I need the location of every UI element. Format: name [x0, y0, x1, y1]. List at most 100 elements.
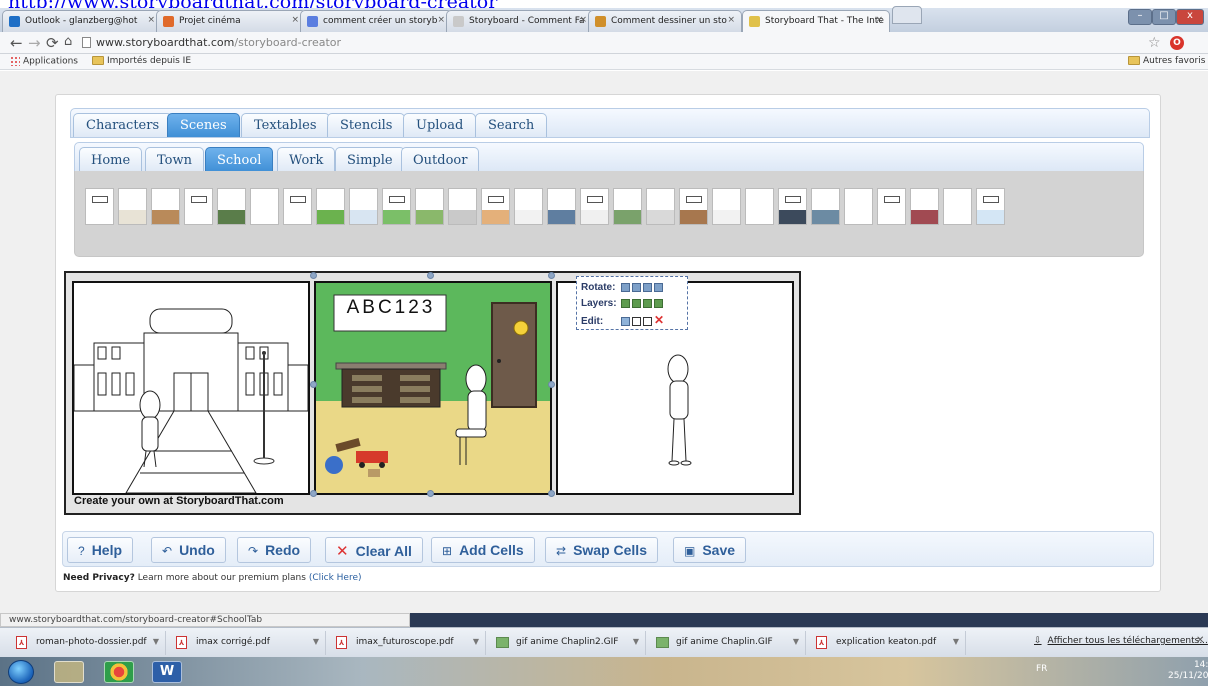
- scene-thumbnail[interactable]: [316, 188, 345, 225]
- send-backward-icon[interactable]: [643, 298, 652, 308]
- download-item[interactable]: ⅄ imax_futuroscope.pdf ▼: [326, 631, 486, 655]
- scene-thumbnail[interactable]: [943, 188, 972, 225]
- subtab-town[interactable]: Town: [145, 147, 204, 172]
- taskbar-clock[interactable]: 14:2025/11/2013: [1168, 660, 1208, 682]
- scene-thumbnail[interactable]: [382, 188, 411, 225]
- close-tab-icon[interactable]: ×: [437, 15, 445, 25]
- scene-thumbnail[interactable]: [184, 188, 213, 225]
- close-downloads-icon[interactable]: ✕: [1196, 635, 1204, 646]
- word-icon[interactable]: W: [152, 661, 182, 683]
- send-to-back-icon[interactable]: [654, 298, 663, 308]
- storyboard-cell-2[interactable]: ABC123: [314, 281, 552, 495]
- scene-thumbnail[interactable]: [118, 188, 147, 225]
- bookmark-star-icon[interactable]: ☆: [1148, 35, 1161, 51]
- download-item[interactable]: gif anime Chaplin.GIF ▼: [646, 631, 806, 655]
- scene-thumbnail[interactable]: [778, 188, 807, 225]
- new-tab-button[interactable]: [892, 6, 922, 24]
- subtab-outdoor[interactable]: Outdoor: [401, 147, 480, 172]
- clear-all-button[interactable]: ✕ Clear All: [325, 537, 423, 563]
- scene-thumbnail[interactable]: [250, 188, 279, 225]
- rotate-right-icon[interactable]: [654, 282, 663, 292]
- resize-handle[interactable]: [548, 490, 555, 497]
- bookmark-folder-imported[interactable]: Importés depuis IE: [92, 56, 191, 66]
- close-tab-icon[interactable]: ×: [291, 15, 299, 25]
- scene-thumbnail[interactable]: [481, 188, 510, 225]
- tab-textables[interactable]: Textables: [241, 113, 330, 137]
- undo-button[interactable]: ↶ Undo: [151, 537, 226, 563]
- scene-thumbnail[interactable]: [547, 188, 576, 225]
- tab-search[interactable]: Search: [475, 113, 548, 137]
- copy-icon[interactable]: [621, 316, 630, 326]
- subtab-home[interactable]: Home: [79, 147, 143, 172]
- bookmark-folder-other[interactable]: Autres favoris: [1128, 56, 1205, 66]
- close-window-button[interactable]: x: [1176, 9, 1204, 25]
- chrome-icon[interactable]: [104, 661, 134, 683]
- tab-upload[interactable]: Upload: [403, 113, 477, 137]
- save-button[interactable]: ▣ Save: [673, 537, 747, 563]
- maximize-button[interactable]: □: [1152, 9, 1176, 25]
- scene-thumbnail[interactable]: [85, 188, 114, 225]
- bookmark-apps[interactable]: Applications: [10, 56, 78, 67]
- close-tab-icon[interactable]: ×: [579, 15, 587, 25]
- forward-arrow-icon[interactable]: →: [28, 34, 41, 52]
- delete-icon[interactable]: ✕: [654, 313, 664, 327]
- browser-tab-outlook[interactable]: Outlook - glanzberg@hot ×: [2, 10, 162, 32]
- resize-handle[interactable]: [310, 381, 317, 388]
- bring-forward-icon[interactable]: [632, 298, 641, 308]
- browser-tab-comment-dessiner[interactable]: Comment dessiner un sto ×: [588, 10, 742, 32]
- storyboard-cell-1[interactable]: [72, 281, 310, 495]
- resize-handle[interactable]: [310, 490, 317, 497]
- scene-thumbnail[interactable]: [712, 188, 741, 225]
- scene-thumbnail[interactable]: [349, 188, 378, 225]
- back-arrow-icon[interactable]: ←: [10, 34, 23, 52]
- tab-scenes[interactable]: Scenes: [167, 113, 240, 137]
- scene-thumbnail[interactable]: [580, 188, 609, 225]
- scene-thumbnail[interactable]: [679, 188, 708, 225]
- subtab-school[interactable]: School: [205, 147, 274, 172]
- flip-horizontal-icon[interactable]: [621, 282, 630, 292]
- scene-thumbnail[interactable]: [976, 188, 1005, 225]
- scene-thumbnail[interactable]: [151, 188, 180, 225]
- add-cells-button[interactable]: ⊞ Add Cells: [431, 537, 535, 563]
- resize-handle[interactable]: [548, 272, 555, 279]
- scene-thumbnail[interactable]: [811, 188, 840, 225]
- scene-thumbnail[interactable]: [745, 188, 774, 225]
- scene-thumbnail[interactable]: [217, 188, 246, 225]
- minimize-button[interactable]: –: [1128, 9, 1152, 25]
- home-icon[interactable]: ⌂: [64, 34, 72, 49]
- resize-icon[interactable]: [632, 316, 641, 326]
- scene-thumbnail[interactable]: [514, 188, 543, 225]
- swap-cells-button[interactable]: ⇄ Swap Cells: [545, 537, 658, 563]
- scene-thumbnail[interactable]: [613, 188, 642, 225]
- subtab-work[interactable]: Work: [277, 147, 336, 172]
- resize-handle[interactable]: [548, 381, 555, 388]
- rotate-left-icon[interactable]: [643, 282, 652, 292]
- chevron-down-icon[interactable]: ▼: [313, 637, 319, 646]
- scene-thumbnail[interactable]: [910, 188, 939, 225]
- bring-to-front-icon[interactable]: [621, 298, 630, 308]
- privacy-link[interactable]: (Click Here): [309, 573, 362, 583]
- close-tab-icon[interactable]: ×: [875, 15, 883, 25]
- flip-vertical-icon[interactable]: [632, 282, 641, 292]
- chevron-down-icon[interactable]: ▼: [793, 637, 799, 646]
- download-item[interactable]: ⅄ roman-photo-dossier.pdf ▼: [6, 631, 166, 655]
- language-indicator[interactable]: FR: [1036, 664, 1047, 674]
- browser-tab-storyboardthat[interactable]: Storyboard That - The Inte ×: [742, 10, 890, 32]
- crop-icon[interactable]: [643, 316, 652, 326]
- chevron-down-icon[interactable]: ▼: [633, 637, 639, 646]
- redo-button[interactable]: ↷ Redo: [237, 537, 312, 563]
- scene-thumbnail[interactable]: [877, 188, 906, 225]
- browser-tab-storyboard-comment[interactable]: Storyboard - Comment Fa ×: [446, 10, 594, 32]
- tab-stencils[interactable]: Stencils: [327, 113, 406, 137]
- extension-icon[interactable]: O: [1170, 36, 1184, 50]
- scene-thumbnail[interactable]: [844, 188, 873, 225]
- address-bar[interactable]: www.storyboardthat.com/storyboard-creato…: [78, 34, 1138, 52]
- chevron-down-icon[interactable]: ▼: [153, 637, 159, 646]
- chevron-down-icon[interactable]: ▼: [473, 637, 479, 646]
- download-item[interactable]: ⅄ explication keaton.pdf ▼: [806, 631, 966, 655]
- close-tab-icon[interactable]: ×: [147, 15, 155, 25]
- windows-start-button[interactable]: [8, 660, 34, 684]
- browser-tab-comment-creer[interactable]: comment créer un storyb ×: [300, 10, 452, 32]
- scene-thumbnail[interactable]: [646, 188, 675, 225]
- resize-handle[interactable]: [427, 272, 434, 279]
